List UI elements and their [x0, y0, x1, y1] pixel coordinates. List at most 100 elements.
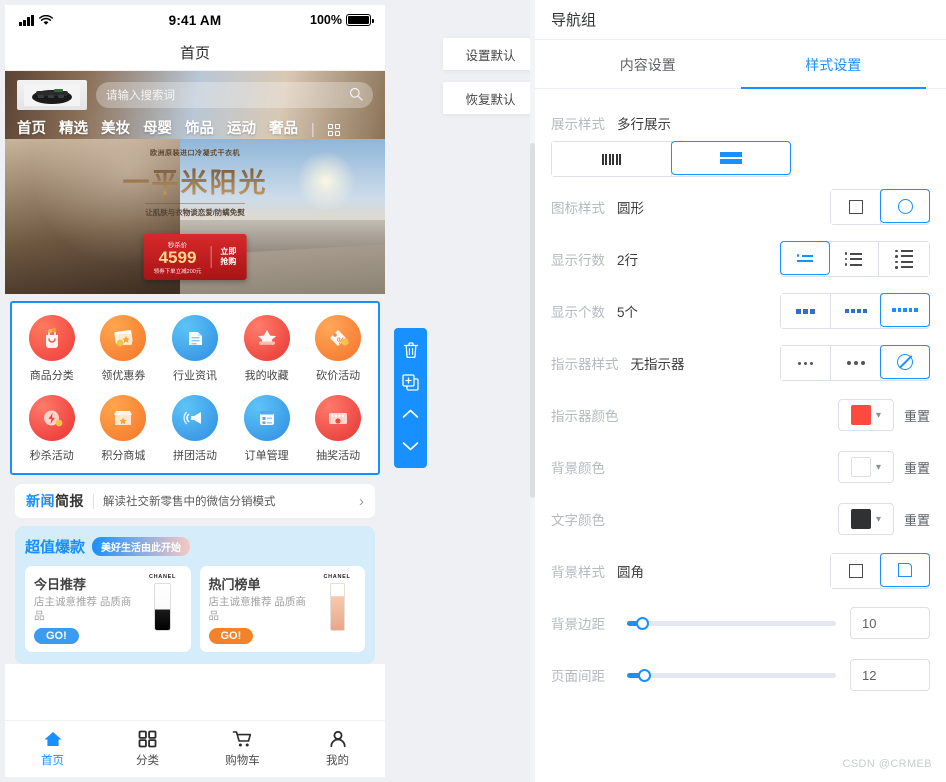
option-3-rows[interactable]: [879, 242, 929, 276]
nav-group-widget[interactable]: 商品分类 领优惠券 行业资讯 我的收藏 % 砍价活动 秒杀活动 积分商城 拼团活…: [10, 301, 380, 475]
page-spacing-slider[interactable]: [627, 668, 836, 682]
news-badge: 新闻简报: [26, 491, 84, 511]
price-label: 秒杀价: [167, 242, 188, 250]
color-swatch: [850, 509, 871, 529]
option-bar-indicator[interactable]: [831, 346, 881, 380]
nav-item-bargain[interactable]: % 砍价活动: [302, 315, 374, 383]
banner-eyebrow: 欧洲原装进口冷凝式干衣机: [150, 150, 240, 157]
reset-indicator-color-button[interactable]: 重置: [904, 406, 930, 425]
news-strip[interactable]: 新闻简报 解读社交新零售中的微信分销模式 ›: [15, 484, 375, 518]
reset-background-color-button[interactable]: 重置: [904, 458, 930, 477]
chevron-right-icon[interactable]: ›: [359, 493, 364, 510]
move-down-button[interactable]: [398, 433, 424, 459]
five-squares-icon: [892, 308, 918, 312]
phone-status-bar: 9:41 AM 100%: [5, 5, 385, 35]
tab-profile[interactable]: 我的: [290, 730, 385, 768]
icon-style-segmented: [830, 189, 930, 225]
promo-card-cta[interactable]: GO!: [208, 628, 254, 645]
nav-item-group-buy[interactable]: 拼团活动: [159, 395, 231, 463]
row-label: 展示样式: [551, 117, 605, 132]
slider-track[interactable]: [627, 616, 836, 630]
option-square-icon[interactable]: [831, 190, 881, 224]
promo-card[interactable]: 今日推荐 店主诚意推荐 品质商品 GO! CHANEL: [25, 566, 191, 653]
status-right: 100%: [310, 13, 374, 27]
row-label: 页面间距: [551, 669, 605, 684]
nav-item-label: 商品分类: [29, 370, 74, 382]
tab-home[interactable]: 首页: [5, 730, 100, 768]
tab-label: 我的: [326, 755, 349, 767]
reset-text-color-button[interactable]: 重置: [904, 510, 930, 529]
option-5-items[interactable]: [880, 293, 930, 327]
background-margin-slider[interactable]: [627, 616, 836, 630]
nav-item-lottery[interactable]: 抽奖活动: [302, 395, 374, 463]
nav-item-order-manage[interactable]: 订单管理: [231, 395, 303, 463]
option-square-background[interactable]: [831, 554, 881, 588]
promo-card[interactable]: 热门榜单 店主诚意推荐 品质商品 GO! CHANEL: [199, 566, 365, 653]
coupon-icon: [100, 315, 147, 361]
tab-label: 购物车: [225, 755, 260, 767]
text-color-picker[interactable]: ▾: [837, 503, 894, 535]
news-document-icon: [171, 315, 218, 361]
background-color-picker[interactable]: ▾: [837, 451, 894, 483]
panel-title: 导航组: [535, 0, 946, 40]
banner-price-tag[interactable]: 秒杀价 4599 领券下单立减200元 立即 抢购: [143, 234, 247, 280]
nav-item-label: 领优惠券: [101, 370, 146, 382]
indicator-color-picker[interactable]: ▾: [837, 399, 894, 431]
tab-cart[interactable]: 购物车: [195, 730, 290, 768]
slider-knob: [637, 668, 651, 682]
page-spacing-input[interactable]: 12: [850, 659, 930, 691]
option-1-row[interactable]: [780, 241, 830, 275]
category-expand-icon[interactable]: [327, 123, 341, 136]
option-rounded-background[interactable]: [880, 553, 930, 587]
tab-content-settings[interactable]: 内容设置: [555, 40, 741, 88]
promo-card-title: 今日推荐: [34, 577, 87, 592]
indicator-style-segmented: [780, 345, 930, 381]
tab-category[interactable]: 分类: [100, 730, 195, 768]
cart-icon: [232, 731, 252, 747]
search-input[interactable]: 请输入搜索词: [96, 82, 373, 108]
settings-panel: 导航组 内容设置 样式设置 展示样式 多行展示 图标样式 圆形 显示行数 2行 …: [535, 0, 946, 782]
promo-cards: 今日推荐 店主诚意推荐 品质商品 GO! CHANEL 热门榜单 店主诚意推荐 …: [25, 566, 365, 653]
slider-track[interactable]: [627, 668, 836, 682]
promo-banner[interactable]: 欧洲原装进口冷凝式干衣机 一平米阳光 让肌肤与衣物谈恋爱/防螨免熨 秒杀价 45…: [5, 139, 385, 294]
promo-card-cta[interactable]: GO!: [34, 628, 79, 645]
brand-label: CHANEL: [148, 574, 177, 580]
display-style-segmented: [551, 141, 791, 177]
trash-icon: [403, 341, 418, 358]
set-default-button[interactable]: 设置默认: [443, 38, 538, 70]
background-margin-input[interactable]: 10: [850, 607, 930, 639]
row-value: 圆形: [617, 201, 644, 216]
nav-item-points-store[interactable]: 积分商城: [88, 395, 160, 463]
move-up-button[interactable]: [398, 401, 424, 427]
nav-item-shopping-bag[interactable]: 商品分类: [16, 315, 88, 383]
row-row-count: 显示行数 2行: [551, 233, 930, 285]
promo-card-image: CHANEL: [144, 574, 182, 644]
option-4-items[interactable]: [831, 294, 881, 328]
option-single-row-scroll[interactable]: [552, 142, 672, 176]
chevron-down-icon: ▾: [875, 461, 881, 473]
option-circle-icon[interactable]: [880, 189, 930, 223]
square-icon: [848, 564, 863, 578]
price-value: 4599: [158, 248, 197, 268]
option-2-rows[interactable]: [829, 242, 879, 276]
battery-icon: [346, 14, 374, 26]
cta-line-1: 立即: [220, 247, 237, 257]
news-badge-part2: 简报: [55, 493, 84, 509]
row-label: 背景边距: [551, 617, 605, 632]
restore-default-button[interactable]: 恢复默认: [443, 82, 538, 114]
row-label: 背景样式: [551, 565, 605, 580]
delete-widget-button[interactable]: [398, 337, 424, 363]
tab-style-settings[interactable]: 样式设置: [740, 40, 927, 89]
option-no-indicator[interactable]: [880, 345, 930, 379]
nav-item-news[interactable]: 行业资讯: [159, 315, 231, 383]
option-3-items[interactable]: [781, 294, 831, 328]
banner-cta[interactable]: 立即 抢购: [220, 247, 236, 267]
nav-item-flash-sale[interactable]: 秒杀活动: [16, 395, 88, 463]
promo-card-desc: 店主诚意推荐 品质商品: [34, 596, 132, 623]
nav-item-favorite[interactable]: 我的收藏: [231, 315, 303, 383]
horizontal-bars-icon: [719, 151, 742, 165]
nav-item-coupon[interactable]: 领优惠券: [88, 315, 160, 383]
option-multi-row[interactable]: [670, 141, 791, 175]
duplicate-widget-button[interactable]: [398, 369, 424, 395]
option-dot-indicator[interactable]: [781, 346, 831, 380]
